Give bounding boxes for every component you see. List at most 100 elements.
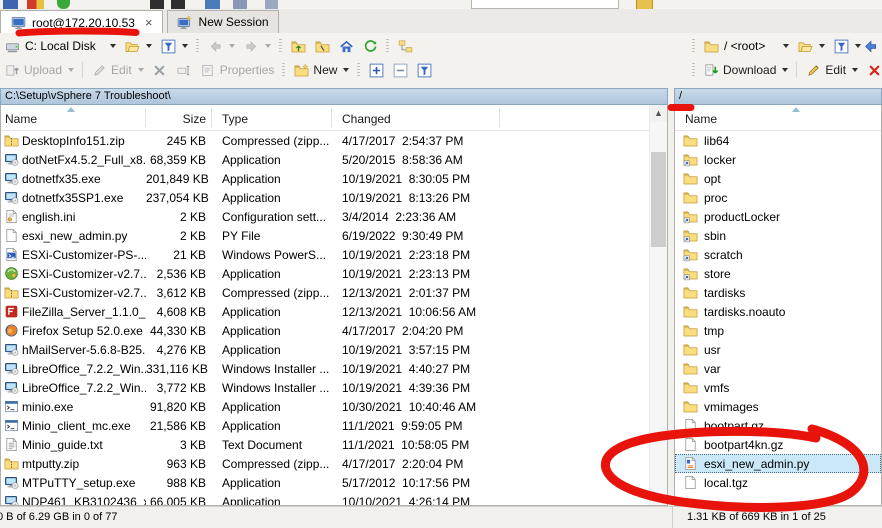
unselect-files-button[interactable] — [388, 60, 412, 80]
remote-file-row[interactable]: local.tgz — [675, 473, 881, 492]
file-row[interactable]: MTPuTTY_setup.exe 988 KB Application 5/17/2… — [1, 473, 649, 492]
upload-button[interactable]: Upload — [0, 60, 78, 80]
remote-file-row[interactable]: sbin — [675, 226, 881, 245]
file-row[interactable]: Firefox Setup 52.0.exe 44,330 KB Applicati… — [1, 321, 649, 340]
local-refresh-button[interactable] — [358, 36, 382, 56]
local-properties-button[interactable]: Properties — [196, 60, 279, 80]
remote-file-row[interactable]: usr — [675, 340, 881, 359]
local-file-list: DesktopInfo151.zip 245 KB Compressed (zipp… — [1, 130, 649, 505]
remote-delete-button[interactable] — [862, 60, 882, 80]
remote-file-row[interactable]: tmp — [675, 321, 881, 340]
remote-open-directory-button[interactable] — [793, 36, 829, 56]
remote-edit-button[interactable]: Edit — [801, 60, 862, 80]
file-row[interactable]: esxi_new_admin.py 2 KB PY File 6/19/2022 9:… — [1, 226, 649, 245]
remote-file-row[interactable]: tardisks.noauto — [675, 302, 881, 321]
remote-file-row[interactable]: tardisks — [675, 283, 881, 302]
local-root-directory-button[interactable] — [310, 36, 334, 56]
file-row[interactable]: LibreOffice_7.2.2_Win... 3,772 KB Windows … — [1, 378, 649, 397]
file-row[interactable]: NDP461_KB3102436_x... 66,005 KB Applicatio… — [1, 492, 649, 505]
remote-file-row[interactable]: productLocker — [675, 207, 881, 226]
remote-file-row[interactable]: store — [675, 264, 881, 283]
file-row[interactable]: hMailServer-5.6.8-B25... 4,276 KB Applicat… — [1, 340, 649, 359]
local-path-bar[interactable]: C:\Setup\vSphere 7 Troubleshoot\ — [0, 88, 668, 105]
remote-file-row[interactable]: bootpart.gz — [675, 416, 881, 435]
select-plus-icon — [368, 62, 384, 78]
column-divider[interactable] — [145, 108, 146, 127]
local-filter-button[interactable] — [156, 36, 192, 56]
file-row[interactable]: Minio_guide.txt 3 KB Text Document 11/1/202… — [1, 435, 649, 454]
file-row[interactable]: dotnetfx35SP1.exe 237,054 KB Application 10… — [1, 188, 649, 207]
file-name: FileZilla_Server_1.1.0_... — [22, 304, 146, 319]
remote-file-row[interactable]: vmimages — [675, 397, 881, 416]
file-row[interactable]: mtputty.zip 963 KB Compressed (zipp... 4/17… — [1, 454, 649, 473]
select-files-button[interactable] — [364, 60, 388, 80]
file-name: esxi_new_admin.py — [22, 228, 128, 243]
local-rename-button[interactable] — [172, 60, 196, 80]
remote-file-row[interactable]: proc — [675, 188, 881, 207]
remote-file-row[interactable]: opt — [675, 169, 881, 188]
remote-file-row[interactable]: lib64 — [675, 131, 881, 150]
column-header-name[interactable]: Name — [5, 112, 37, 126]
file-row[interactable]: english.ini 2 KB Configuration sett... 3/4/… — [1, 207, 649, 226]
column-divider[interactable] — [499, 108, 500, 127]
column-header-name[interactable]: Name — [685, 112, 717, 126]
remote-file-row[interactable]: var — [675, 359, 881, 378]
file-row[interactable]: DesktopInfo151.zip 245 KB Compressed (zipp… — [1, 131, 649, 150]
scrollbar-thumb[interactable] — [651, 152, 666, 247]
new-session-icon — [177, 14, 193, 30]
local-forward-button[interactable] — [239, 36, 275, 56]
file-changed: 4/17/2017 2:04:20 PM — [342, 323, 464, 338]
properties-label: Properties — [219, 63, 275, 77]
remote-file-row[interactable]: locker — [675, 150, 881, 169]
file-name: dotnetfx35SP1.exe — [22, 190, 124, 205]
file-row[interactable]: FileZilla_Server_1.1.0_... 4,608 KB Applic… — [1, 302, 649, 321]
selection-filter-button[interactable] — [412, 60, 436, 80]
file-row[interactable]: ESXi-Customizer-v2.7... 2,536 KB Applicati… — [1, 264, 649, 283]
remote-file-row-selected[interactable]: esxi_new_admin.py — [675, 454, 881, 473]
remote-file-list: lib64 locker opt proc productLocker sbin scrat… — [675, 130, 881, 505]
installer-icon — [1, 494, 22, 505]
scroll-up-icon[interactable]: ▲ — [650, 105, 667, 122]
console-app-icon — [1, 418, 22, 433]
download-button[interactable]: Download — [699, 60, 792, 80]
address-box-partial[interactable] — [471, 0, 619, 9]
local-delete-button[interactable] — [148, 60, 172, 80]
file-row[interactable]: LibreOffice_7.2.2_Win... 331,116 KB Window… — [1, 359, 649, 378]
synchronize-browsing-button[interactable] — [393, 36, 417, 56]
local-scrollbar[interactable]: ▲ — [649, 105, 667, 505]
remote-file-row[interactable]: vmfs — [675, 378, 881, 397]
remote-path-selector[interactable]: / <root> — [699, 36, 793, 56]
file-type: Application — [222, 304, 281, 319]
local-open-directory-button[interactable] — [120, 36, 156, 56]
local-parent-directory-button[interactable] — [286, 36, 310, 56]
column-header-changed[interactable]: Changed — [342, 112, 391, 126]
file-row[interactable]: Minio_client_mc.exe 21,586 KB Application 1… — [1, 416, 649, 435]
remote-file-row[interactable]: bootpart4kn.gz — [675, 435, 881, 454]
local-home-directory-button[interactable] — [334, 36, 358, 56]
file-name: english.ini — [22, 209, 76, 224]
column-divider[interactable] — [211, 108, 212, 127]
local-edit-button[interactable]: Edit — [87, 60, 148, 80]
file-size: 44,330 KB — [149, 323, 206, 338]
session-tab-active[interactable]: root@172.20.10.53 × — [0, 10, 163, 34]
folder-icon — [683, 304, 699, 319]
installer-icon — [1, 475, 22, 490]
file-row[interactable]: ESXi-Customizer-v2.7... 3,612 KB Compresse… — [1, 283, 649, 302]
column-header-size[interactable]: Size — [146, 112, 206, 126]
session-tab-new[interactable]: New Session — [166, 10, 279, 33]
remote-path-bar[interactable]: / — [674, 88, 882, 105]
file-row[interactable]: dotnetfx35.exe 201,849 KB Application 10/19… — [1, 169, 649, 188]
file-name: var — [704, 361, 721, 376]
column-divider[interactable] — [331, 108, 332, 127]
file-type: Compressed (zipp... — [222, 285, 330, 300]
remote-back-button[interactable] — [858, 36, 882, 56]
file-row[interactable]: minio.exe 91,820 KB Application 10/30/2021 … — [1, 397, 649, 416]
file-row[interactable]: dotNetFx4.5.2_Full_x8... 68,359 KB Applica… — [1, 150, 649, 169]
local-drive-selector[interactable]: C: Local Disk — [0, 36, 120, 56]
close-session-icon[interactable]: × — [145, 15, 153, 30]
local-new-button[interactable]: New — [289, 60, 353, 80]
column-header-type[interactable]: Type — [222, 112, 248, 126]
remote-file-row[interactable]: scratch — [675, 245, 881, 264]
file-row[interactable]: ESXi-Customizer-PS-... 21 KB Windows Power… — [1, 245, 649, 264]
local-back-button[interactable] — [203, 36, 239, 56]
